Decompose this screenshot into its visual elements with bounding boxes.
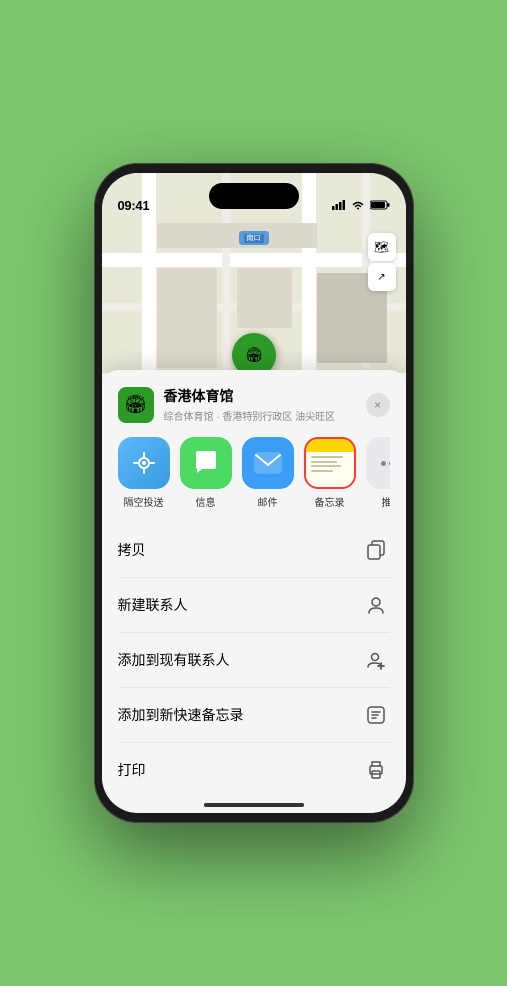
location-button[interactable]: ↗ [368, 263, 396, 291]
quick-note-label: 添加到新快速备忘录 [118, 705, 244, 725]
share-item-more[interactable]: 推荐 [366, 437, 390, 509]
close-button[interactable]: × [366, 393, 390, 417]
map-controls: 🗺 ↗ [368, 233, 396, 291]
status-icons [332, 200, 390, 213]
action-row-copy[interactable]: 拷贝 [118, 523, 390, 578]
stadium-icon: 🏟 [245, 347, 263, 364]
print-label: 打印 [118, 760, 146, 780]
map-label: 南口 [239, 231, 269, 245]
home-indicator [204, 803, 304, 807]
more-label: 推荐 [382, 494, 390, 509]
share-item-messages[interactable]: 信息 [180, 437, 232, 509]
battery-icon [370, 200, 390, 213]
notes-label: 备忘录 [315, 494, 345, 509]
venue-header: 🏟 香港体育馆 综合体育馆 · 香港特别行政区 油尖旺区 × [118, 386, 390, 423]
messages-icon [180, 437, 232, 489]
add-contact-icon [362, 646, 390, 674]
more-icon [366, 437, 390, 489]
phone-screen: 09:41 [102, 173, 406, 813]
messages-label: 信息 [196, 494, 216, 509]
new-contact-icon [362, 591, 390, 619]
status-time: 09:41 [118, 198, 150, 213]
venue-subtitle: 综合体育馆 · 香港特别行政区 油尖旺区 [164, 408, 366, 423]
venue-name: 香港体育馆 [164, 386, 366, 406]
more-dot-1 [381, 461, 386, 466]
share-item-notes[interactable]: 备忘录 [304, 437, 356, 509]
dynamic-island [209, 183, 299, 209]
venue-icon: 🏟 [118, 387, 154, 423]
signal-icon [332, 200, 346, 213]
airdrop-icon [118, 437, 170, 489]
action-row-print[interactable]: 打印 [118, 743, 390, 797]
share-item-mail[interactable]: 邮件 [242, 437, 294, 509]
copy-icon [362, 536, 390, 564]
add-contact-label: 添加到现有联系人 [118, 650, 230, 670]
wifi-icon [351, 200, 365, 213]
copy-label: 拷贝 [118, 540, 146, 560]
venue-info: 香港体育馆 综合体育馆 · 香港特别行政区 油尖旺区 [164, 386, 366, 423]
new-contact-label: 新建联系人 [118, 595, 188, 615]
notes-icon [304, 437, 356, 489]
action-row-new-contact[interactable]: 新建联系人 [118, 578, 390, 633]
phone-frame: 09:41 [94, 163, 414, 823]
airdrop-label: 隔空投送 [124, 494, 164, 509]
bottom-sheet: 🏟 香港体育馆 综合体育馆 · 香港特别行政区 油尖旺区 × [102, 370, 406, 813]
mail-icon [242, 437, 294, 489]
map-type-button[interactable]: 🗺 [368, 233, 396, 261]
action-row-add-contact[interactable]: 添加到现有联系人 [118, 633, 390, 688]
share-item-airdrop[interactable]: 隔空投送 [118, 437, 170, 509]
more-dot-2 [389, 461, 390, 466]
action-row-quick-note[interactable]: 添加到新快速备忘录 [118, 688, 390, 743]
quick-note-icon [362, 701, 390, 729]
print-icon [362, 756, 390, 784]
mail-label: 邮件 [258, 494, 278, 509]
share-row: 隔空投送 信息 [118, 437, 390, 509]
